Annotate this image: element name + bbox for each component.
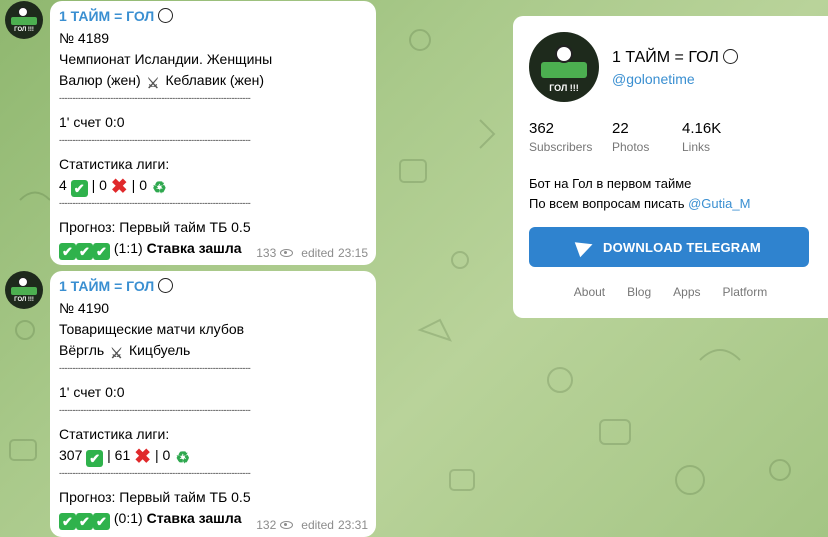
forecast: Прогноз: Первый тайм ТБ 0.5 bbox=[59, 489, 251, 505]
stat-label: Links bbox=[682, 140, 711, 154]
telegram-plane-icon bbox=[574, 236, 596, 258]
channel-name: 1 ТАЙМ = ГОЛ bbox=[612, 49, 739, 67]
contact-link[interactable]: @Gutia_M bbox=[688, 196, 750, 211]
download-telegram-button[interactable]: DOWNLOAD TELEGRAM bbox=[529, 227, 809, 267]
league-stats: 4 ✔ | 0 ✖ | 0 ♻ bbox=[59, 176, 167, 198]
stats-title: Статистика лиги: bbox=[59, 426, 170, 442]
recycle-icon: ♻ bbox=[175, 450, 190, 467]
edited-label: edited bbox=[301, 246, 334, 260]
post-number: № 4189 bbox=[59, 30, 110, 46]
edited-label: edited bbox=[301, 518, 334, 532]
stat-value: 22 bbox=[612, 120, 629, 137]
match-score: 1' счет 0:0 bbox=[59, 384, 125, 400]
channel-handle[interactable]: @golonetime bbox=[612, 71, 695, 87]
separator: ----------------------------------------… bbox=[59, 363, 251, 373]
check-icon: ✔ bbox=[59, 243, 76, 260]
separator: ----------------------------------------… bbox=[59, 468, 251, 478]
footer-link-blog[interactable]: Blog bbox=[627, 285, 651, 299]
check-icon: ✔ bbox=[86, 450, 104, 467]
match-score: 1' счет 0:0 bbox=[59, 114, 125, 130]
description-line: По всем вопросам писать @Gutia_M bbox=[529, 196, 751, 211]
avatar-text: ГОЛ !!! bbox=[14, 297, 34, 303]
footer-link-apps[interactable]: Apps bbox=[673, 285, 700, 299]
stat-photos: 22 Photos bbox=[612, 120, 649, 154]
forecast: Прогноз: Первый тайм ТБ 0.5 bbox=[59, 219, 251, 235]
separator: ----------------------------------------… bbox=[59, 135, 251, 145]
match-teams: Валюр (жен) ⚔ Кеблавик (жен) bbox=[59, 72, 265, 91]
channel-avatar[interactable]: ГОЛ !!! bbox=[5, 271, 43, 309]
soccer-ball-icon bbox=[18, 277, 28, 287]
field-icon bbox=[11, 287, 37, 295]
description-line: Бот на Гол в первом тайме bbox=[529, 176, 692, 191]
avatar-text: ГОЛ !!! bbox=[549, 83, 579, 93]
stats-title: Статистика лиги: bbox=[59, 156, 170, 172]
eye-icon bbox=[280, 249, 294, 257]
check-icon: ✔ bbox=[93, 513, 110, 530]
soccer-ball-icon bbox=[555, 45, 573, 63]
league-stats: 307 ✔ | 61 ✖ | 0 ♻ bbox=[59, 446, 190, 468]
message-author[interactable]: 1 ТАЙМ = ГОЛ bbox=[59, 277, 366, 296]
message-meta: 133 edited 23:15 bbox=[256, 246, 368, 260]
message-bubble[interactable]: 1 ТАЙМ = ГОЛ № 4189 Чемпионат Исландии. … bbox=[50, 1, 376, 265]
field-icon bbox=[11, 17, 37, 25]
view-count: 132 bbox=[256, 518, 277, 532]
channel-description: Бот на Гол в первом тайме По всем вопрос… bbox=[529, 174, 750, 214]
footer-link-about[interactable]: About bbox=[574, 285, 605, 299]
message-meta: 132 edited 23:31 bbox=[256, 518, 368, 532]
separator: ----------------------------------------… bbox=[59, 198, 251, 208]
channel-avatar-large: ГОЛ !!! bbox=[529, 32, 599, 102]
match-teams: Вёргль ⚔ Кицбуель bbox=[59, 342, 191, 361]
cross-icon: ✖ bbox=[110, 176, 128, 198]
separator: ----------------------------------------… bbox=[59, 405, 251, 415]
footer-link-platform[interactable]: Platform bbox=[723, 285, 768, 299]
avatar-text: ГОЛ !!! bbox=[14, 27, 34, 33]
check-icon: ✔ bbox=[76, 243, 93, 260]
message-time: 23:15 bbox=[337, 246, 368, 260]
check-icon: ✔ bbox=[59, 513, 76, 530]
stat-label: Photos bbox=[612, 140, 650, 154]
message-bubble[interactable]: 1 ТАЙМ = ГОЛ № 4190 Товарищеские матчи к… bbox=[50, 271, 376, 537]
cross-icon: ✖ bbox=[134, 446, 152, 468]
stat-label: Subscribers bbox=[529, 140, 593, 154]
league-name: Товарищеские матчи клубов bbox=[59, 321, 245, 337]
stat-value: 4.16K bbox=[682, 120, 722, 137]
check-icon: ✔ bbox=[76, 513, 93, 530]
download-label: DOWNLOAD TELEGRAM bbox=[603, 239, 761, 255]
check-icon: ✔ bbox=[70, 180, 88, 197]
message-author[interactable]: 1 ТАЙМ = ГОЛ bbox=[59, 7, 366, 26]
channel-info-card: ГОЛ !!! 1 ТАЙМ = ГОЛ @golonetime 362 Sub… bbox=[513, 16, 828, 318]
stat-value: 362 bbox=[529, 120, 555, 137]
eye-icon bbox=[280, 521, 294, 529]
league-name: Чемпионат Исландии. Женщины bbox=[59, 51, 273, 67]
view-count: 133 bbox=[256, 246, 277, 260]
stat-subscribers: 362 Subscribers bbox=[529, 120, 592, 154]
soccer-ball-icon bbox=[158, 278, 174, 293]
crossed-swords-icon: ⚔ bbox=[110, 345, 123, 361]
footer-links: About Blog Apps Platform bbox=[513, 285, 828, 299]
channel-avatar[interactable]: ГОЛ !!! bbox=[5, 1, 43, 39]
stat-links: 4.16K Links bbox=[682, 120, 721, 154]
field-icon bbox=[541, 62, 587, 78]
separator: ----------------------------------------… bbox=[59, 93, 251, 103]
message-time: 23:31 bbox=[337, 518, 368, 532]
recycle-icon: ♻ bbox=[152, 180, 167, 197]
check-icon: ✔ bbox=[93, 243, 110, 260]
crossed-swords-icon: ⚔ bbox=[146, 75, 160, 91]
soccer-ball-icon bbox=[723, 49, 739, 64]
post-number: № 4190 bbox=[59, 300, 110, 316]
soccer-ball-icon bbox=[18, 7, 28, 17]
soccer-ball-icon bbox=[158, 8, 174, 23]
